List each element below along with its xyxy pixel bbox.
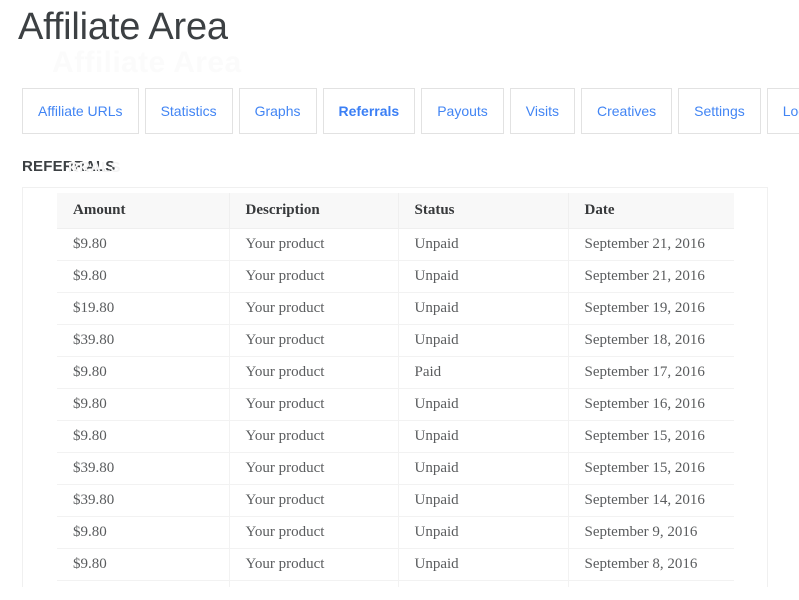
column-header-description: Description xyxy=(229,193,399,229)
page-title-ghost: Affiliate Area xyxy=(52,46,242,79)
referral-date: September 15, 2016 xyxy=(568,452,734,485)
referral-amount: $9.80 xyxy=(57,420,230,453)
referral-amount: $39.80 xyxy=(57,452,230,485)
section-heading-ghost: RRALS xyxy=(68,159,121,176)
tab-settings[interactable]: Settings xyxy=(678,88,761,134)
referral-date: September 21, 2016 xyxy=(568,228,734,261)
referral-amount: $39.80 xyxy=(57,324,230,357)
referral-description: Your product xyxy=(229,580,399,587)
referral-date: September 18, 2016 xyxy=(568,324,734,357)
referrals-table-panel: Amount Description Status Date $9.80 Your pr… xyxy=(22,187,768,587)
table-row: $19.80 Your product Unpaid September 19, 20… xyxy=(57,292,734,325)
referral-status: Unpaid xyxy=(398,228,569,261)
referral-description: Your product xyxy=(229,324,399,357)
referral-amount: $39.80 xyxy=(57,484,230,517)
referral-amount: $9.80 xyxy=(57,388,230,421)
table-row: $39.80 Your product Unpaid September 15, 20… xyxy=(57,452,734,485)
referral-amount: $9.80 xyxy=(57,548,230,581)
tab-graphs[interactable]: Graphs xyxy=(238,88,317,134)
referral-status: Unpaid xyxy=(398,420,569,453)
table-row: $9.80 Your product Unpaid September 21, 201… xyxy=(57,260,734,293)
referral-status: Unpaid xyxy=(398,516,569,549)
referral-date: September 16, 2016 xyxy=(568,388,734,421)
referral-description: Your product xyxy=(229,260,399,293)
referral-status: Unpaid xyxy=(398,548,569,581)
referral-status: Unpaid xyxy=(398,580,569,587)
referral-description: Your product xyxy=(229,484,399,517)
referral-date: September 8, 2016 xyxy=(568,548,734,581)
referral-amount: $9.80 xyxy=(57,228,230,261)
table-row: $39.80 Your product Unpaid September 18, 20… xyxy=(57,324,734,357)
referral-amount: $9.80 xyxy=(57,516,230,549)
tab-creatives[interactable]: Creatives xyxy=(581,88,673,134)
page-header: Affiliate Area Affiliate Area xyxy=(0,0,799,79)
referrals-table: Amount Description Status Date $9.80 Your pr… xyxy=(57,193,734,587)
table-row: $39.80 Your product Unpaid September 14, 20… xyxy=(57,484,734,517)
column-header-status: Status xyxy=(398,193,569,229)
referral-description: Your product xyxy=(229,548,399,581)
tab-log-out[interactable]: Log out xyxy=(766,88,799,134)
referral-status: Unpaid xyxy=(398,452,569,485)
referral-status: Unpaid xyxy=(398,484,569,517)
page-title: Affiliate Area xyxy=(18,6,228,48)
table-row: $9.80 Your product Paid September 17, 2016 xyxy=(57,356,734,389)
tab-statistics[interactable]: Statistics xyxy=(144,88,233,134)
referral-date: September 19, 2016 xyxy=(568,292,734,325)
referral-status: Unpaid xyxy=(398,388,569,421)
table-row: $9.80 Your product Unpaid September 8, 2016 xyxy=(57,548,734,581)
referral-status: Unpaid xyxy=(398,260,569,293)
tab-affiliate-urls[interactable]: Affiliate URLs xyxy=(22,88,139,134)
tab-visits[interactable]: Visits xyxy=(509,88,575,134)
referral-date: September 17, 2016 xyxy=(568,356,734,389)
referral-description: Your product xyxy=(229,452,399,485)
referral-date: September 15, 2016 xyxy=(568,420,734,453)
affiliate-tabs: Affiliate URLs Statistics Graphs Referrals P… xyxy=(22,88,799,134)
referral-status: Unpaid xyxy=(398,292,569,325)
column-header-date: Date xyxy=(568,193,734,229)
table-row: $9.80 Your product Unpaid September 15, 201… xyxy=(57,420,734,453)
referral-amount: $19.80 xyxy=(57,292,230,325)
referral-status: Paid xyxy=(398,356,569,389)
table-body: $9.80 Your product Unpaid September 21, 201… xyxy=(57,228,734,587)
column-header-amount: Amount xyxy=(57,193,230,229)
table-row: $9.80Your productUnpaidSeptember 5, 2016 xyxy=(57,580,734,587)
referral-description: Your product xyxy=(229,420,399,453)
referral-description: Your product xyxy=(229,228,399,261)
table-header-row: Amount Description Status Date xyxy=(57,193,734,229)
referral-amount: $9.80 xyxy=(57,260,230,293)
referral-amount: $9.80 xyxy=(57,356,230,389)
table-row: $9.80 Your product Unpaid September 16, 201… xyxy=(57,388,734,421)
tab-referrals[interactable]: Referrals xyxy=(322,88,416,134)
tab-payouts[interactable]: Payouts xyxy=(421,88,504,134)
referral-amount: $9.80 xyxy=(57,580,230,587)
referral-description: Your product xyxy=(229,356,399,389)
table-row: $9.80 Your product Unpaid September 21, 201… xyxy=(57,228,734,261)
referral-date: September 5, 2016 xyxy=(568,580,734,587)
referral-date: September 9, 2016 xyxy=(568,516,734,549)
table-row: $9.80 Your product Unpaid September 9, 2016 xyxy=(57,516,734,549)
referral-status: Unpaid xyxy=(398,324,569,357)
referral-description: Your product xyxy=(229,388,399,421)
referral-description: Your product xyxy=(229,516,399,549)
referral-description: Your product xyxy=(229,292,399,325)
referral-date: September 21, 2016 xyxy=(568,260,734,293)
referral-date: September 14, 2016 xyxy=(568,484,734,517)
